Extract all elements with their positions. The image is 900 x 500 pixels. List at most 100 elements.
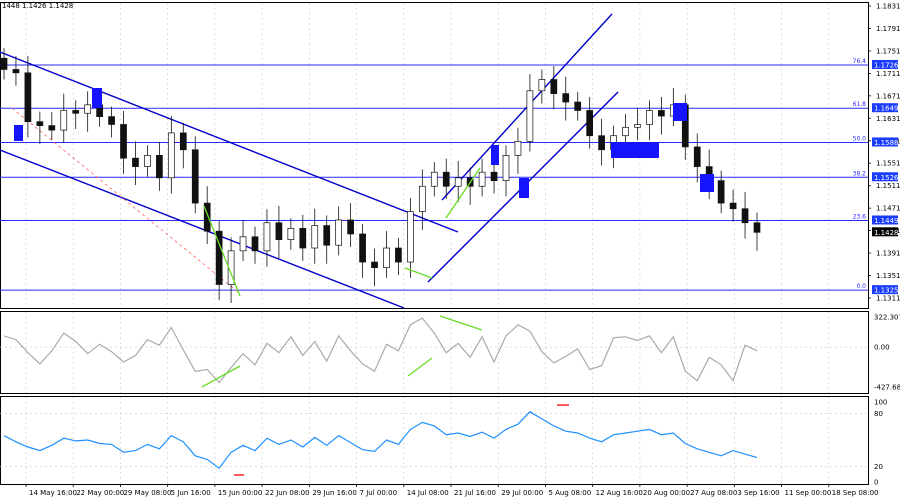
- time-label: 22 Jun 08:00: [265, 489, 309, 497]
- time-label: 15 Jun 00:00: [218, 489, 262, 497]
- time-label: 20 Aug 00:00: [643, 489, 690, 497]
- header-symbol: 1448: [2, 2, 20, 10]
- time-label: 21 Jul 16:00: [454, 489, 496, 497]
- candle-body: [514, 140, 522, 156]
- candle-body: [729, 202, 737, 210]
- price-tick-label: 1.1831: [876, 3, 900, 11]
- candle-body: [371, 261, 378, 269]
- candle-body: [287, 228, 295, 240]
- candle-body: [275, 222, 283, 240]
- price-tick-label: 1.1311: [876, 295, 900, 303]
- candle-body: [598, 135, 605, 151]
- time-label: 22 May 00:00: [76, 489, 124, 497]
- candle-body: [132, 157, 139, 167]
- candle-body: [0, 57, 8, 70]
- candle-body: [299, 228, 307, 249]
- candle-body: [418, 185, 426, 212]
- price-tick-label: 1.1631: [876, 115, 900, 123]
- time-label: 27 Aug 08:00: [690, 489, 737, 497]
- candle-body: [634, 124, 641, 128]
- chart-background: [0, 0, 900, 500]
- price-tick-label: 1.1751: [876, 47, 900, 55]
- cci-tick-label: 0.00: [874, 344, 890, 352]
- candle-body: [478, 171, 486, 187]
- candle-body: [335, 219, 343, 246]
- candle-body: [693, 146, 701, 167]
- candle-body: [562, 93, 570, 103]
- time-label: 29 Jun 16:00: [312, 489, 356, 497]
- candle-body: [586, 110, 594, 137]
- rsi-tick-label: 80: [874, 410, 883, 418]
- candle-body: [60, 110, 68, 131]
- signal-marker: [14, 125, 23, 141]
- time-label: 29 Jul 00:00: [501, 489, 543, 497]
- candle-body: [311, 225, 319, 249]
- candle-body: [407, 211, 414, 263]
- price-tick-label: 1.1391: [876, 250, 900, 258]
- cci-tick-label: 322.3074: [874, 314, 900, 322]
- fib-ratio-label: 23.6: [853, 214, 867, 221]
- candle-body: [347, 219, 354, 235]
- signal-marker: [519, 178, 529, 198]
- time-label: 18 Sep 08:00: [832, 489, 879, 497]
- rsi-tick-label: 0: [874, 479, 878, 487]
- candle-body: [550, 79, 558, 94]
- candle-body: [12, 69, 20, 74]
- candle-body: [395, 247, 402, 263]
- trading-chart[interactable]: 1448 1.1426 1.1428 1.1831 1.1791 1.1751 1.1…: [0, 0, 900, 500]
- price-tick-label: 1.1711: [876, 70, 900, 78]
- candle-body: [239, 236, 247, 252]
- candle-body: [658, 110, 665, 117]
- time-label: 5 Jun 16:00: [171, 489, 211, 497]
- fib-ratio-label: 38.2: [853, 170, 867, 177]
- fib-price-label: 1.1588: [874, 139, 899, 147]
- candle-body: [526, 90, 534, 142]
- candle-body: [72, 110, 80, 114]
- candle-body: [48, 125, 56, 131]
- candle-body: [442, 171, 450, 187]
- candle-body: [167, 132, 175, 179]
- candle-body: [646, 110, 653, 125]
- candle-body: [454, 177, 462, 187]
- time-label: 14 May 16:00: [29, 489, 77, 497]
- signal-marker: [700, 174, 714, 192]
- candle-body: [430, 171, 438, 187]
- fib-price-label: 1.1449: [874, 217, 899, 225]
- candle-body: [753, 222, 761, 233]
- candle-body: [144, 155, 151, 167]
- price-tick-label: 1.1351: [876, 272, 900, 280]
- candle-body: [191, 149, 199, 204]
- candle-body: [120, 124, 127, 159]
- price-tick-label: 1.1791: [876, 25, 900, 33]
- signal-marker: [673, 103, 687, 121]
- time-label: 29 May 08:00: [123, 489, 171, 497]
- candle-body: [251, 236, 259, 252]
- time-label: 7 Jul 00:00: [360, 489, 398, 497]
- fib-ratio-label: 76.4: [853, 58, 867, 65]
- candle-body: [502, 155, 510, 181]
- candle-body: [36, 121, 44, 126]
- signal-marker: [491, 145, 499, 165]
- candle-body: [84, 104, 92, 114]
- price-tick-label: 1.1511: [876, 182, 900, 190]
- time-label: 12 Aug 16:00: [596, 489, 643, 497]
- candle-body: [622, 126, 629, 137]
- candle-body: [717, 180, 725, 204]
- candle-body: [263, 222, 271, 252]
- signal-marker: [92, 88, 102, 108]
- time-label: 5 Aug 08:00: [548, 489, 591, 497]
- candle-body: [24, 72, 32, 123]
- price-tick-label: 1.1471: [876, 205, 900, 213]
- fib-ratio-label: 61.8: [853, 101, 867, 108]
- fib-price-label: 1.1726: [874, 61, 899, 69]
- fib-ratio-label: 0.0: [856, 283, 866, 290]
- time-label: 3 Sep 16:00: [737, 489, 779, 497]
- fib-ratio-label: 50.0: [853, 135, 867, 142]
- fib-price-label: 1.1325: [874, 287, 899, 295]
- time-label: 11 Sep 00:00: [785, 489, 832, 497]
- candle-body: [538, 79, 546, 92]
- candle-body: [383, 247, 390, 269]
- candle-body: [179, 132, 187, 151]
- fib-price-label: 1.1526: [874, 174, 899, 182]
- current-price-label: 1.1428: [874, 229, 899, 237]
